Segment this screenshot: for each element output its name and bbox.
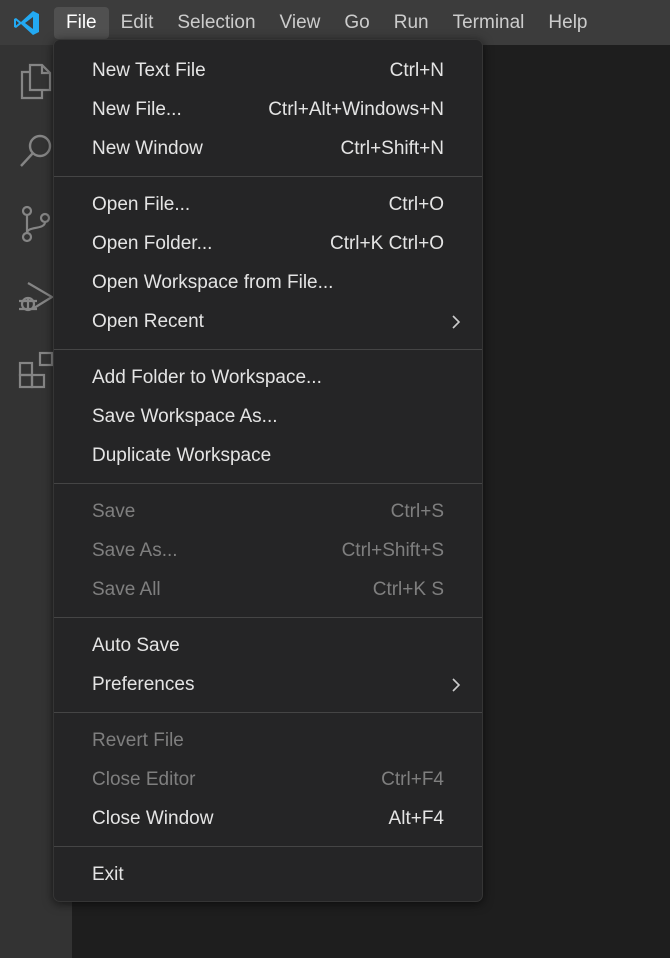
menu-file[interactable]: File <box>54 6 109 39</box>
menu-item-label: Preferences <box>92 673 195 695</box>
menu-item-shortcut: Ctrl+Shift+S <box>341 539 444 561</box>
menu-item-label: Duplicate Workspace <box>92 444 272 466</box>
menu-item-shortcut: Ctrl+O <box>388 193 444 215</box>
menu-item-label: Open Folder... <box>92 232 213 254</box>
chevron-right-icon <box>448 302 464 341</box>
menu-terminal[interactable]: Terminal <box>441 7 537 39</box>
extensions-icon[interactable] <box>14 347 58 391</box>
menu-item-open-recent[interactable]: Open Recent <box>54 302 482 341</box>
menu-item-label: Save <box>92 500 136 522</box>
menu-item-label: Open Workspace from File... <box>92 271 334 293</box>
menu-edit[interactable]: Edit <box>109 7 166 39</box>
menu-help[interactable]: Help <box>536 7 599 39</box>
menu-item-preferences[interactable]: Preferences <box>54 665 482 704</box>
menu-item-save-all: Save All Ctrl+K S <box>54 570 482 609</box>
menu-item-shortcut: Alt+F4 <box>388 807 444 829</box>
menu-item-exit[interactable]: Exit <box>54 855 482 894</box>
chevron-right-icon <box>448 665 464 704</box>
menu-item-save-as: Save As... Ctrl+Shift+S <box>54 531 482 570</box>
menu-item-revert-file: Revert File <box>54 721 482 760</box>
explorer-icon[interactable] <box>14 59 58 103</box>
menu-item-label: New File... <box>92 98 182 120</box>
menu-item-label: Revert File <box>92 729 184 751</box>
menu-item-duplicate-workspace[interactable]: Duplicate Workspace <box>54 436 482 475</box>
menu-item-shortcut: Ctrl+Shift+N <box>340 137 444 159</box>
menu-item-open-folder[interactable]: Open Folder... Ctrl+K Ctrl+O <box>54 224 482 263</box>
menu-item-shortcut: Ctrl+K S <box>372 578 444 600</box>
menu-separator <box>54 846 482 847</box>
menu-separator <box>54 483 482 484</box>
menu-separator <box>54 712 482 713</box>
menu-go[interactable]: Go <box>332 7 381 39</box>
menu-item-label: Save All <box>92 578 161 600</box>
menu-item-new-window[interactable]: New Window Ctrl+Shift+N <box>54 129 482 168</box>
menu-selection[interactable]: Selection <box>165 7 267 39</box>
menu-run[interactable]: Run <box>382 7 441 39</box>
menu-separator <box>54 617 482 618</box>
menu-item-label: Exit <box>92 863 124 885</box>
menu-item-label: Auto Save <box>92 634 180 656</box>
menu-item-new-text-file[interactable]: New Text File Ctrl+N <box>54 51 482 90</box>
menu-item-label: Add Folder to Workspace... <box>92 366 322 388</box>
menu-item-save-workspace-as[interactable]: Save Workspace As... <box>54 397 482 436</box>
search-icon[interactable] <box>14 129 58 173</box>
menu-item-label: Save Workspace As... <box>92 405 278 427</box>
menu-item-label: Save As... <box>92 539 178 561</box>
menu-item-open-file[interactable]: Open File... Ctrl+O <box>54 185 482 224</box>
file-menu-dropdown: New Text File Ctrl+N New File... Ctrl+Alt+W… <box>53 39 483 902</box>
menu-item-label: Close Editor <box>92 768 196 790</box>
menu-item-shortcut: Ctrl+Alt+Windows+N <box>268 98 444 120</box>
menu-item-close-editor: Close Editor Ctrl+F4 <box>54 760 482 799</box>
menu-item-shortcut: Ctrl+K Ctrl+O <box>329 232 444 254</box>
menu-item-label: Open Recent <box>92 310 204 332</box>
menu-item-shortcut: Ctrl+S <box>390 500 444 522</box>
menu-separator <box>54 176 482 177</box>
menu-item-add-folder-to-workspace[interactable]: Add Folder to Workspace... <box>54 358 482 397</box>
menu-item-label: Close Window <box>92 807 214 829</box>
run-debug-icon[interactable] <box>14 275 58 319</box>
menu-item-save: Save Ctrl+S <box>54 492 482 531</box>
menu-item-new-file[interactable]: New File... Ctrl+Alt+Windows+N <box>54 90 482 129</box>
menu-separator <box>54 349 482 350</box>
menu-item-label: New Window <box>92 137 203 159</box>
menu-item-open-workspace-from-file[interactable]: Open Workspace from File... <box>54 263 482 302</box>
menu-item-auto-save[interactable]: Auto Save <box>54 626 482 665</box>
vscode-logo-icon <box>0 0 54 45</box>
menu-item-label: Open File... <box>92 193 191 215</box>
menu-item-label: New Text File <box>92 59 206 81</box>
source-control-icon[interactable] <box>14 202 58 246</box>
menu-item-close-window[interactable]: Close Window Alt+F4 <box>54 799 482 838</box>
menu-view[interactable]: View <box>268 7 333 39</box>
menu-item-shortcut: Ctrl+F4 <box>381 768 444 790</box>
menu-item-shortcut: Ctrl+N <box>389 59 444 81</box>
